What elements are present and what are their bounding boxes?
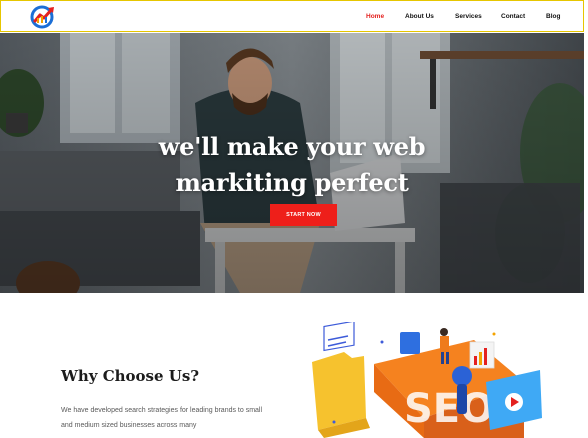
site-header: Home About Us Services Contact Blog bbox=[0, 0, 584, 32]
hero-headline-line2: markiting perfect bbox=[175, 168, 409, 197]
nav-home[interactable]: Home bbox=[366, 13, 384, 20]
nav-about-us[interactable]: About Us bbox=[405, 13, 434, 20]
start-now-button[interactable]: START NOW bbox=[270, 204, 337, 226]
why-choose-us-text: We have developed search strategies for … bbox=[61, 407, 263, 429]
nav-blog[interactable]: Blog bbox=[546, 13, 560, 20]
analytics-logo-icon[interactable] bbox=[28, 4, 60, 29]
why-choose-us-title: Why Choose Us? bbox=[61, 367, 200, 385]
hero-banner: we'll make your web markiting perfect ST… bbox=[0, 33, 584, 293]
nav-services[interactable]: Services bbox=[455, 13, 482, 20]
hero-headline: we'll make your web markiting perfect bbox=[0, 129, 584, 201]
seo-illustration-icon: SEO bbox=[312, 322, 542, 438]
hero-headline-line1: we'll make your web bbox=[158, 132, 426, 161]
svg-text:SEO: SEO bbox=[404, 386, 494, 432]
nav-contact[interactable]: Contact bbox=[501, 13, 525, 20]
